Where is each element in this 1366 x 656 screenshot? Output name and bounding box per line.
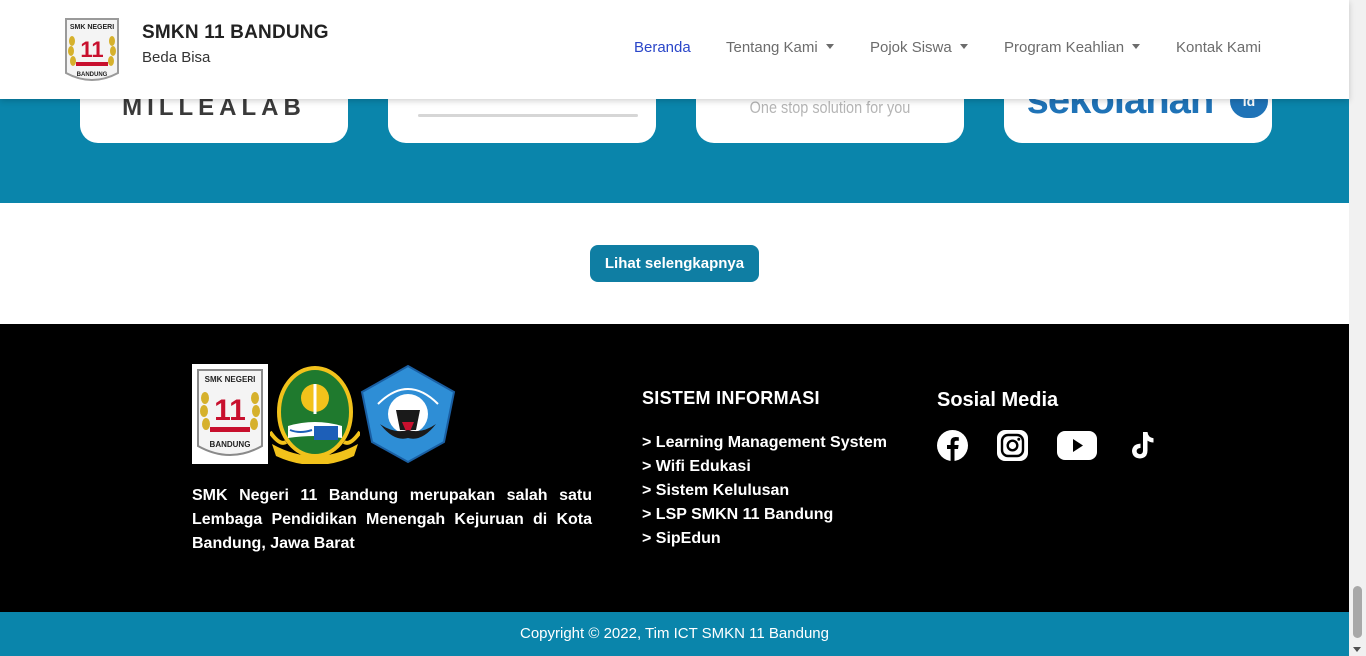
nav-item-program-keahlian[interactable]: Program Keahlian <box>1004 39 1141 56</box>
svg-text:SMK NEGERI: SMK NEGERI <box>70 24 114 31</box>
scroll-down-arrow-icon[interactable] <box>1353 647 1361 652</box>
youtube-icon[interactable] <box>1057 430 1097 461</box>
caret-down-icon <box>1132 44 1141 49</box>
footer: SMK NEGERI 11 BANDUNG SMK Negeri 11 Band… <box>0 324 1349 612</box>
nav-label: Beranda <box>634 39 691 56</box>
link-wifi-edukasi[interactable]: > Wifi Edukasi <box>642 455 887 479</box>
caret-down-icon <box>825 44 834 49</box>
svg-text:11: 11 <box>214 394 246 427</box>
scrollbar-thumb[interactable] <box>1353 586 1362 638</box>
navbar: SMK NEGERI 11 BANDUNG SMKN 11 BANDUNG Be… <box>0 0 1349 99</box>
svg-text:SMK NEGERI: SMK NEGERI <box>205 375 256 384</box>
nav-label: Pojok Siswa <box>870 39 952 56</box>
nav-item-beranda[interactable]: Beranda <box>634 39 691 56</box>
link-learning-management-system[interactable]: > Learning Management System <box>642 431 887 455</box>
link-lsp-smkn-11[interactable]: > LSP SMKN 11 Bandung <box>642 503 887 527</box>
nav-item-tentang-kami[interactable]: Tentang Kami <box>726 39 834 56</box>
caret-down-icon <box>959 44 968 49</box>
nav-label: Kontak Kami <box>1176 39 1262 56</box>
school-description: SMK Negeri 11 Bandung merupakan salah sa… <box>192 487 592 552</box>
info-system-links: > Learning Management System > Wifi Eduk… <box>642 431 887 551</box>
copyright-text: Copyright © 2022, Tim ICT SMKN 11 Bandun… <box>520 625 829 642</box>
smk-logo: SMK NEGERI 11 BANDUNG <box>192 364 268 464</box>
main-nav: Beranda Tentang Kami Pojok Siswa Program… <box>0 39 1349 59</box>
partner-logo-line <box>418 114 638 117</box>
social-media-heading: Sosial Media <box>937 389 1059 411</box>
link-sipedun[interactable]: > SipEdun <box>642 527 887 551</box>
copyright-bar: Copyright © 2022, Tim ICT SMKN 11 Bandun… <box>0 612 1349 656</box>
page-scrollbar[interactable] <box>1349 0 1366 656</box>
link-sistem-kelulusan[interactable]: > Sistem Kelulusan <box>642 479 887 503</box>
tut-wuri-handayani-logo <box>360 364 456 464</box>
nav-item-kontak-kami[interactable]: Kontak Kami <box>1176 39 1261 56</box>
svg-text:BANDUNG: BANDUNG <box>77 72 108 78</box>
see-more-button[interactable]: Lihat selengkapnya <box>590 245 759 282</box>
info-system-heading: SISTEM INFORMASI <box>642 388 820 408</box>
nav-item-pojok-siswa[interactable]: Pojok Siswa <box>870 39 968 56</box>
instagram-icon[interactable] <box>997 430 1028 461</box>
partner-slogan: One stop solution for you <box>749 98 911 117</box>
jabar-logo <box>270 366 360 464</box>
svg-text:BANDUNG: BANDUNG <box>210 440 251 449</box>
nav-label: Program Keahlian <box>1004 39 1125 56</box>
nav-label: Tentang Kami <box>726 39 818 56</box>
facebook-icon[interactable] <box>937 430 968 461</box>
tiktok-icon[interactable] <box>1127 430 1157 461</box>
